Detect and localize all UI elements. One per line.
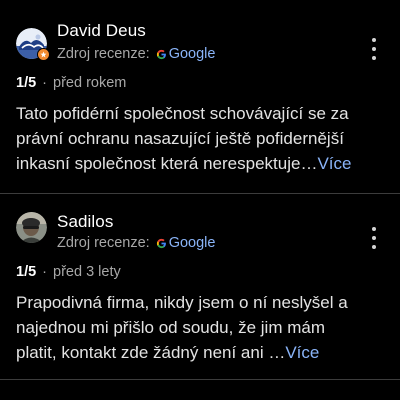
- review-text-line: Tato pofidérní společnost schovávající s…: [16, 104, 349, 123]
- google-g-icon: [156, 238, 167, 249]
- avatar[interactable]: [16, 28, 50, 61]
- review-time: před rokem: [53, 75, 127, 91]
- divider: [0, 379, 400, 380]
- rating-line: 1/5 · před 3 lety: [16, 264, 121, 280]
- more-vert-icon: [372, 227, 376, 231]
- review-time: před 3 lety: [53, 264, 121, 280]
- more-text-link[interactable]: Více: [285, 343, 319, 362]
- review-source: Zdroj recenze: Google: [57, 235, 215, 251]
- avatar[interactable]: [16, 212, 47, 243]
- review-text-line: inkasní společnost která nerespektuje…: [16, 154, 318, 173]
- more-options-button[interactable]: [366, 227, 382, 249]
- review-text-line: právní ochranu nasazující ještě pofidern…: [16, 129, 344, 148]
- google-g-icon: [156, 49, 167, 60]
- source-name: Google: [168, 46, 216, 62]
- more-text-link[interactable]: Více: [317, 154, 351, 173]
- next-review-card: [0, 379, 400, 400]
- avatar-image: [16, 212, 47, 243]
- rating-line: 1/5 · před rokem: [16, 75, 126, 91]
- more-options-button[interactable]: [366, 38, 382, 60]
- local-guide-badge-icon: [37, 48, 50, 61]
- review-text: Prapodivná firma, nikdy jsem o ní neslyš…: [16, 290, 386, 365]
- source-label: Zdroj recenze:: [57, 235, 150, 251]
- source-label: Zdroj recenze:: [57, 46, 150, 62]
- rating-separator: ·: [42, 75, 48, 91]
- review-text-line: najednou mi přišlo od soudu, že jim mám: [16, 318, 325, 337]
- author-name[interactable]: David Deus: [57, 21, 146, 41]
- review-text: Tato pofidérní společnost schovávající s…: [16, 101, 386, 176]
- rating-score: 1/5: [16, 264, 37, 280]
- more-vert-icon: [372, 38, 376, 42]
- review-text-line: Prapodivná firma, nikdy jsem o ní neslyš…: [16, 293, 348, 312]
- review-card: David Deus Zdroj recenze: Google 1/5 · pře…: [0, 0, 400, 193]
- review-source: Zdroj recenze: Google: [57, 46, 215, 62]
- rating-separator: ·: [42, 264, 48, 280]
- review-text-line: platit, kontakt zde žádný není ani …: [16, 343, 286, 362]
- author-name[interactable]: Sadilos: [57, 212, 113, 232]
- source-name: Google: [168, 235, 216, 251]
- rating-score: 1/5: [16, 75, 37, 91]
- review-card: Sadilos Zdroj recenze: Google 1/5 · před 3…: [0, 194, 400, 379]
